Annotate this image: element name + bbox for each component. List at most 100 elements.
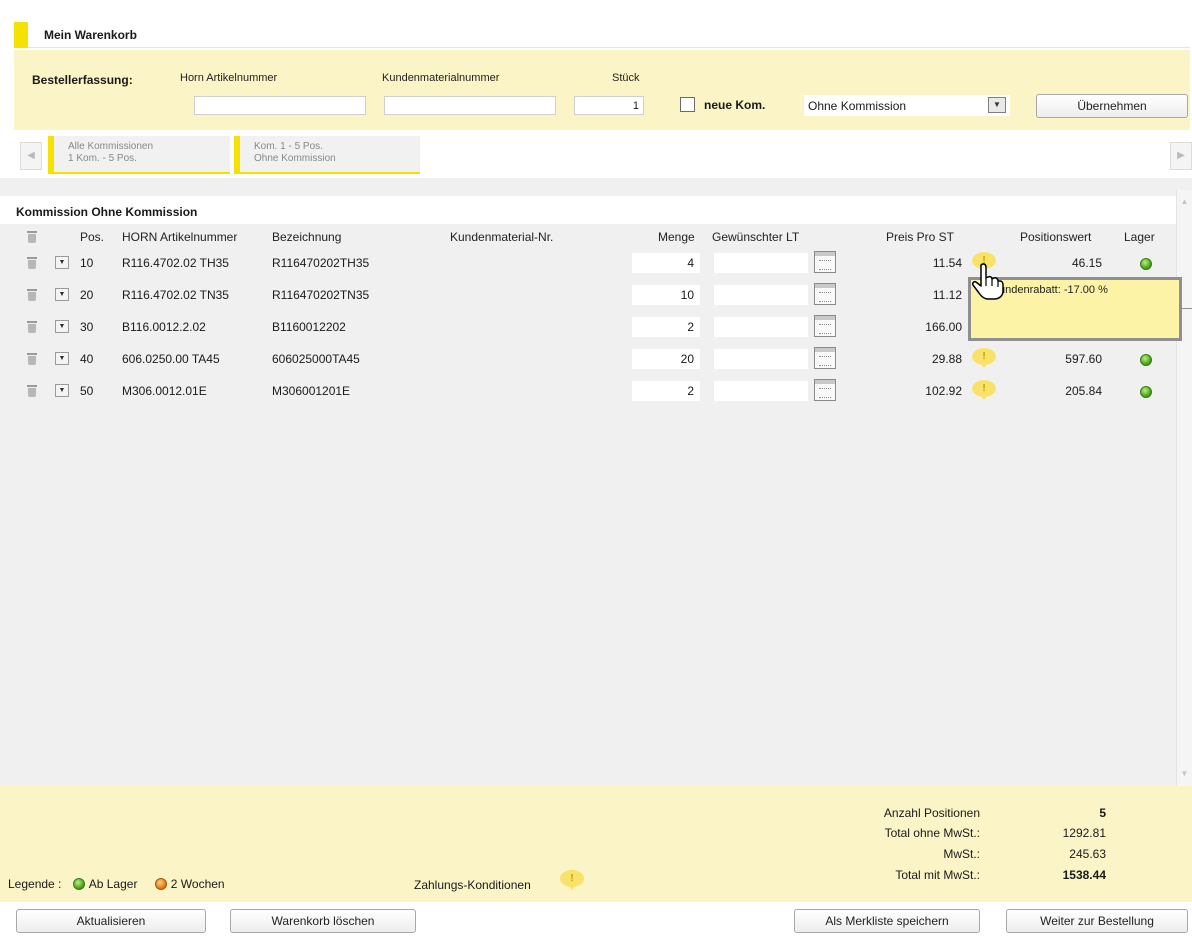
col-customer-material: Kundenmaterial-Nr. (450, 230, 554, 244)
col-article-number: HORN Artikelnummer (122, 230, 238, 244)
article-number-header: Horn Artikelnummer (180, 72, 278, 84)
commission-select[interactable]: Ohne Kommission ▼ (804, 95, 1010, 116)
save-wishlist-button[interactable]: Als Merkliste speichern (794, 909, 980, 933)
trash-icon[interactable] (27, 385, 37, 397)
row-date-input[interactable] (714, 317, 808, 337)
commission-section-header: Kommission Ohne Kommission (0, 196, 1176, 224)
clear-cart-button[interactable]: Warenkorb löschen (230, 909, 416, 933)
legend-label: Legende : (8, 877, 62, 891)
row-pos: 30 (80, 320, 94, 334)
row-date-input[interactable] (714, 381, 808, 401)
cart-items-grid: Kommission Ohne Kommission Pos. HORN Art… (0, 178, 1192, 786)
tab-without-commission[interactable]: Kom. 1 - 5 Pos. Ohne Kommission (234, 136, 420, 174)
calendar-icon[interactable] (814, 379, 836, 401)
commission-tabs: ◀ Alle Kommissionen 1 Kom. - 5 Pos. Kom.… (14, 134, 1192, 178)
row-description: 606025000TA45 (272, 352, 360, 366)
row-description: M306001201E (272, 384, 351, 398)
discount-tooltip-text: undenrabatt: -17.00 % (999, 284, 1108, 296)
count-value: 5 (1099, 806, 1106, 820)
scroll-down-icon[interactable]: ▼ (1177, 766, 1192, 782)
trash-icon[interactable] (27, 257, 37, 269)
row-description: R116470202TH35 (272, 256, 370, 270)
commission-select-value: Ohne Kommission (808, 99, 907, 113)
gross-total-value: 1538.44 (1062, 868, 1106, 882)
row-article-number: R116.4702.02 TH35 (122, 256, 229, 270)
tooltip-connector (1182, 308, 1192, 309)
scroll-up-icon[interactable]: ▲ (1177, 194, 1192, 210)
count-label: Anzahl Positionen (883, 806, 980, 820)
green-dot-icon (1140, 354, 1152, 366)
row-article-number: B116.0012.2.02 (122, 320, 206, 334)
row-unit-price: 11.54 (932, 256, 962, 270)
row-unit-price: 11.12 (932, 288, 962, 302)
article-number-input[interactable] (194, 96, 366, 115)
vat-value: 245.63 (1069, 847, 1106, 861)
calendar-icon[interactable] (814, 347, 836, 369)
gross-total-label: Total mit MwSt.: (895, 868, 980, 882)
tab-all-line1: Alle Kommissionen (68, 141, 154, 152)
chevron-down-icon[interactable]: ▼ (988, 97, 1006, 113)
col-unit-price: Preis Pro ST (886, 230, 955, 244)
row-description: B1160012202 (272, 320, 346, 334)
tab-all-commissions[interactable]: Alle Kommissionen 1 Kom. - 5 Pos. (48, 136, 230, 174)
trash-icon[interactable] (27, 289, 37, 301)
page-title: Mein Warenkorb (44, 28, 137, 42)
row-quantity-input[interactable]: 2 (632, 317, 700, 337)
orange-dot-icon (154, 878, 167, 890)
action-buttons: Aktualisieren Warenkorb löschen Als Merk… (0, 905, 1192, 939)
refresh-button[interactable]: Aktualisieren (16, 909, 206, 933)
trash-icon (27, 231, 37, 243)
continue-order-button[interactable]: Weiter zur Bestellung (1006, 909, 1188, 933)
row-date-input[interactable] (714, 285, 808, 305)
expand-icon[interactable]: ▼ (55, 384, 69, 397)
cart-title-bar: Mein Warenkorb (14, 22, 1190, 48)
trash-icon[interactable] (27, 321, 37, 333)
tab-marker (48, 136, 54, 172)
order-entry-label: Bestellerfassung: (32, 73, 133, 87)
payment-terms-label[interactable]: Zahlungs-Konditionen (414, 878, 531, 892)
col-stock: Lager (1124, 230, 1155, 244)
row-quantity-input[interactable]: 2 (632, 381, 700, 401)
row-article-number: 606.0250.00 TA45 (122, 352, 220, 366)
row-quantity-input[interactable]: 20 (632, 349, 700, 369)
calendar-icon[interactable] (814, 283, 836, 305)
expand-icon[interactable]: ▼ (55, 288, 69, 301)
tab-marker (234, 136, 240, 172)
row-position-value: 46.15 (1071, 256, 1102, 270)
expand-icon[interactable]: ▼ (55, 352, 69, 365)
calendar-icon[interactable] (814, 315, 836, 337)
legend-in-stock: Ab Lager (88, 877, 138, 891)
row-date-input[interactable] (714, 349, 808, 369)
col-desired-date: Gewünschter LT (712, 230, 800, 244)
tab-without-line2: Ohne Kommission (254, 153, 336, 164)
speech-bubble-icon[interactable]: ! (560, 870, 584, 890)
new-commission-checkbox[interactable] (680, 97, 695, 112)
apply-button[interactable]: Übernehmen (1036, 94, 1188, 118)
calendar-icon[interactable] (814, 251, 836, 273)
expand-icon[interactable]: ▼ (55, 256, 69, 269)
row-quantity-input[interactable]: 10 (632, 285, 700, 305)
row-article-number: R116.4702.02 TN35 (122, 288, 229, 302)
speech-bubble-icon[interactable]: ! (972, 348, 996, 368)
row-unit-price: 29.88 (931, 352, 962, 366)
row-date-input[interactable] (714, 253, 808, 273)
vat-label: MwSt.: (943, 847, 980, 861)
order-entry-panel: Bestellerfassung: Horn Artikelnummer Kun… (14, 50, 1190, 130)
expand-icon[interactable]: ▼ (55, 320, 69, 333)
tab-scroll-right-icon[interactable]: ▶ (1170, 142, 1192, 170)
customer-material-input[interactable] (384, 96, 556, 115)
quantity-input[interactable] (574, 96, 644, 115)
row-position-value: 597.60 (1065, 352, 1102, 366)
table-row: ▼ 40 606.0250.00 TA45 606025000TA45 20 2… (0, 344, 1176, 376)
row-position-value: 205.84 (1065, 384, 1102, 398)
trash-icon[interactable] (27, 353, 37, 365)
legend: Legende : Ab Lager 2 Wochen (8, 876, 225, 891)
tab-scroll-left-icon[interactable]: ◀ (20, 142, 42, 170)
tab-without-line1: Kom. 1 - 5 Pos. (254, 141, 323, 152)
customer-material-header: Kundenmaterialnummer (382, 72, 500, 84)
row-quantity-input[interactable]: 4 (632, 253, 700, 273)
quantity-header: Stück (612, 72, 640, 84)
speech-bubble-icon[interactable]: ! (972, 380, 996, 400)
tab-all-line2: 1 Kom. - 5 Pos. (68, 153, 137, 164)
row-unit-price: 102.92 (925, 384, 962, 398)
